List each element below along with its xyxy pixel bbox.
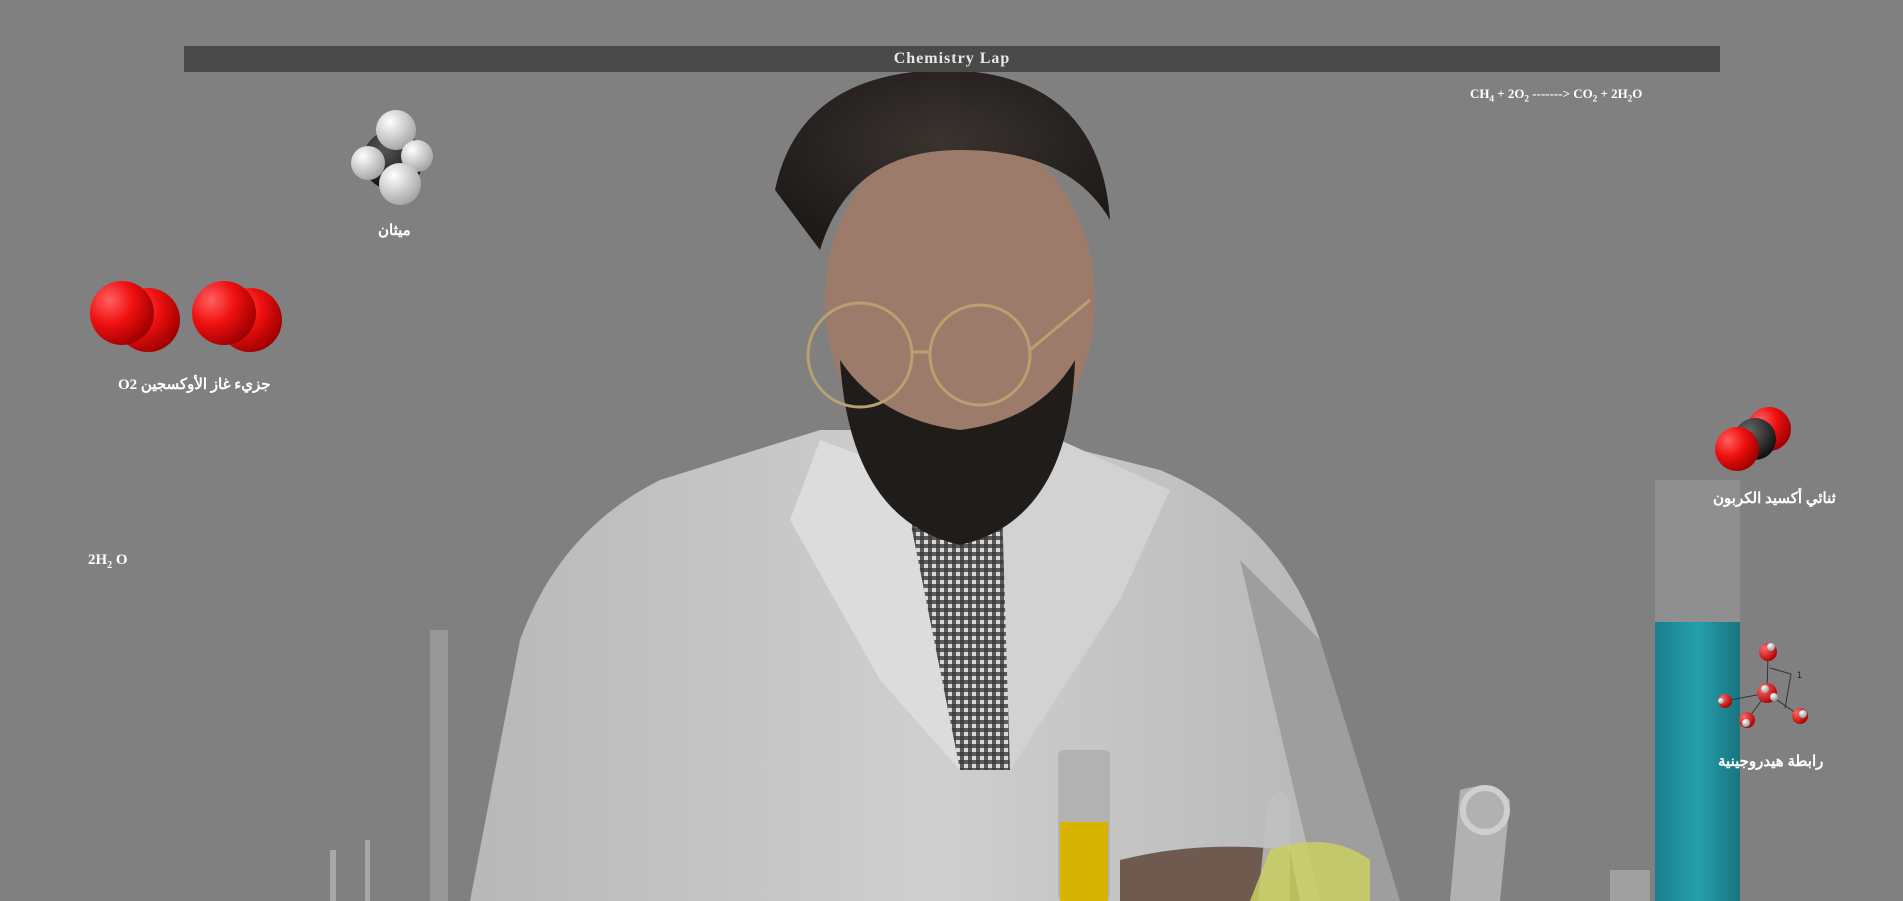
background-scientist-photo [330,70,1740,901]
methane-molecule-icon[interactable] [350,108,436,206]
water-label: 2H2 O [88,552,128,571]
hydrogen-bond-label: رابطة هيدروجينية [1718,754,1824,770]
oxygen-label: جزيء غاز الأوكسجين O2 [118,377,271,393]
hydrogen-bond-icon[interactable]: 1 [1715,638,1815,738]
methane-label: ميثان [378,223,411,239]
co2-molecule-icon[interactable] [1715,405,1795,473]
bond-annotation: 1 [1797,670,1802,680]
combustion-equation: CH4 + 2O2 -------> CO2 + 2H2O [1470,86,1643,104]
page-title: Chemistry Lap [184,46,1720,72]
oxygen-molecule-icon[interactable] [90,275,290,360]
co2-label: ثنائي أكسيد الكربون [1713,491,1836,507]
